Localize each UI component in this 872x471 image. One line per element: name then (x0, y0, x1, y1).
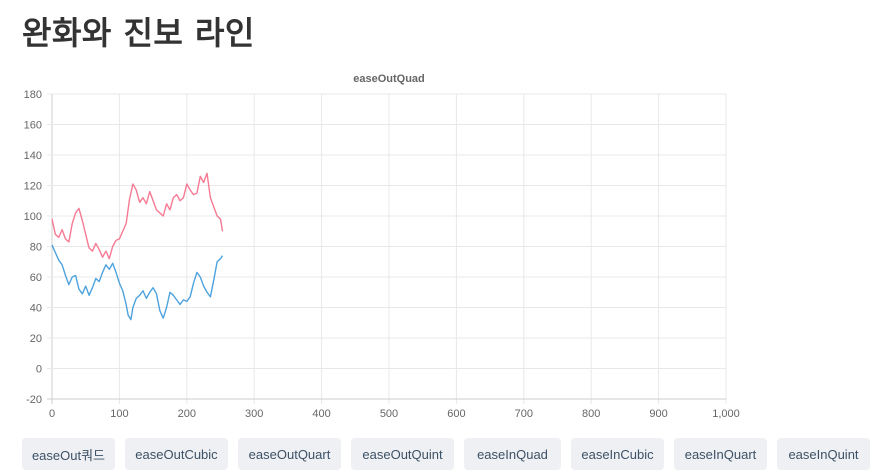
button-easeout-cubic[interactable]: easeOutCubic (125, 438, 228, 470)
x-tick-label: 200 (178, 408, 196, 420)
button-easein-quad[interactable]: easeInQuad (464, 438, 561, 470)
x-tick-label: 1,000 (712, 408, 740, 420)
y-tick-label: 180 (24, 89, 42, 101)
y-tick-label: -20 (26, 394, 42, 406)
x-tick-label: 600 (447, 408, 465, 420)
x-tick-label: 100 (110, 408, 128, 420)
button-easein-quart[interactable]: easeInQuart (674, 438, 767, 470)
page-title: 완화와 진보 라인 (22, 14, 255, 52)
y-tick-label: 100 (24, 211, 42, 223)
button-easeout-quad[interactable]: easeOut쿼드 (22, 438, 115, 470)
x-tick-label: 400 (312, 408, 330, 420)
chart-svg: easeOutQuad 0 100 200 300 400 500 600 700 800 900… (24, 73, 740, 420)
chart-title: easeOutQuad (353, 73, 425, 85)
y-tick-label: 160 (24, 120, 42, 132)
y-tick-label: 120 (24, 181, 42, 193)
x-tick-label: 0 (49, 408, 55, 420)
x-tick-label: 800 (582, 408, 600, 420)
button-easeout-quart[interactable]: easeOutQuart (238, 438, 341, 470)
y-tick-label: 20 (30, 333, 42, 345)
y-tick-label: 40 (30, 303, 42, 315)
button-easein-cubic[interactable]: easeInCubic (571, 438, 664, 470)
button-easeout-quint[interactable]: easeOutQuint (351, 438, 454, 470)
easing-button-row: easeOut쿼드 easeOutCubic easeOutQuart ease… (22, 438, 870, 470)
x-tick-label: 500 (380, 408, 398, 420)
line-chart: easeOutQuad 0 100 200 300 400 500 600 700 800 900… (0, 62, 872, 422)
x-tick-label: 700 (515, 408, 533, 420)
x-tick-label: 300 (245, 408, 263, 420)
y-tick-label: 60 (30, 272, 42, 284)
x-tick-label: 900 (649, 408, 667, 420)
y-tick-label: 140 (24, 150, 42, 162)
y-tick-label: 80 (30, 242, 42, 254)
button-easein-quint[interactable]: easeInQuint (777, 438, 870, 470)
y-tick-label: 0 (36, 364, 42, 376)
series-line-2 (51, 244, 224, 321)
